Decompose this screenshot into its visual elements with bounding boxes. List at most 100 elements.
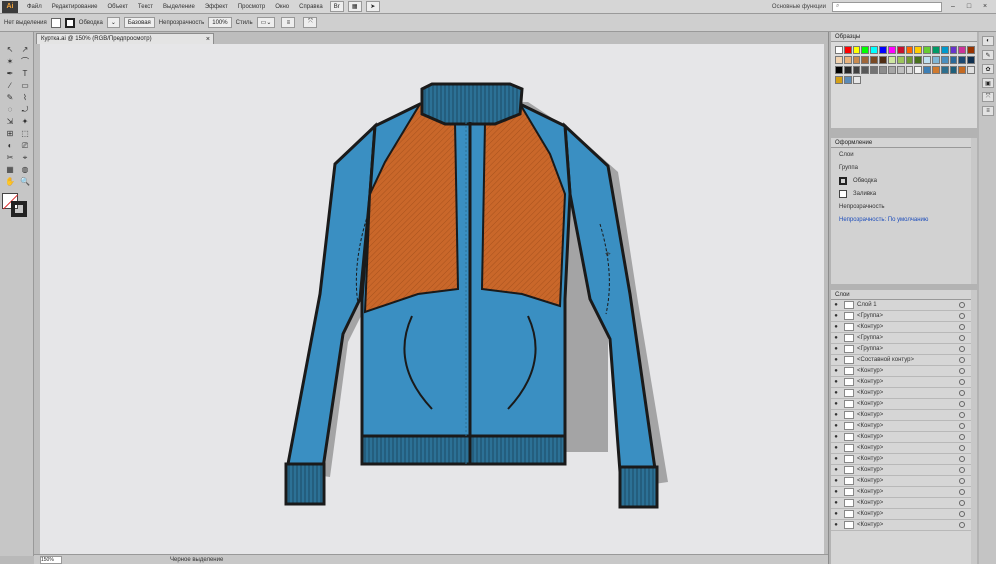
eye-icon[interactable]: ● xyxy=(831,346,841,352)
layer-row[interactable]: ● Слой 1 xyxy=(831,300,977,311)
layer-row[interactable]: ● <Контур> xyxy=(831,498,977,509)
layer-row[interactable]: ● <Контур> xyxy=(831,465,977,476)
tool-20-icon[interactable]: ▦ xyxy=(3,164,17,175)
stroke-swatch[interactable] xyxy=(64,17,75,28)
color-swatch[interactable] xyxy=(853,76,861,84)
opacity-label[interactable]: Непрозрачность xyxy=(159,20,204,26)
color-swatch[interactable] xyxy=(940,56,949,64)
layer-row[interactable]: ● <Группа> xyxy=(831,333,977,344)
color-swatch[interactable] xyxy=(967,46,975,54)
color-swatch[interactable] xyxy=(940,66,949,74)
appearance-row-fill[interactable]: Заливка xyxy=(831,187,977,200)
tool-18-icon[interactable]: ✂ xyxy=(3,152,17,163)
eye-icon[interactable]: ● xyxy=(831,390,841,396)
transform-panel-icon[interactable]: ⤧ xyxy=(982,92,994,102)
target-icon[interactable] xyxy=(959,379,965,385)
eye-icon[interactable]: ● xyxy=(831,489,841,495)
color-swatch[interactable] xyxy=(949,56,958,64)
style-label[interactable]: Стиль xyxy=(236,20,253,26)
color-swatch[interactable] xyxy=(949,46,958,54)
color-swatch[interactable] xyxy=(896,56,905,64)
tool-17-icon[interactable]: ⎚ xyxy=(18,140,32,151)
tool-9-icon[interactable]: ⌇ xyxy=(18,92,32,103)
tool-12-icon[interactable]: ⇲ xyxy=(3,116,17,127)
maximize-button[interactable]: □ xyxy=(964,2,974,11)
eye-icon[interactable]: ● xyxy=(831,456,841,462)
menu-view[interactable]: Просмотр xyxy=(233,4,270,10)
color-swatch[interactable] xyxy=(843,56,852,64)
color-swatch[interactable] xyxy=(914,56,923,64)
layer-row[interactable]: ● <Контур> xyxy=(831,487,977,498)
layer-row[interactable]: ● <Группа> xyxy=(831,311,977,322)
symbols-panel-icon[interactable]: ✿ xyxy=(982,64,994,74)
target-icon[interactable] xyxy=(959,500,965,506)
eye-icon[interactable]: ● xyxy=(831,313,841,319)
eye-icon[interactable]: ● xyxy=(831,423,841,429)
eye-icon[interactable]: ● xyxy=(831,434,841,440)
jacket-illustration[interactable]: ⌖ xyxy=(40,44,824,554)
color-swatch[interactable] xyxy=(905,66,914,74)
stroke-weight-dropdown[interactable]: ⌄ xyxy=(106,17,120,28)
tool-6-icon[interactable]: ∕ xyxy=(3,80,17,91)
color-swatch[interactable] xyxy=(967,56,975,64)
tool-23-icon[interactable]: 🔍 xyxy=(18,176,32,187)
stroke-label[interactable]: Обводка xyxy=(79,20,103,26)
layer-row[interactable]: ● <Контур> xyxy=(831,366,977,377)
color-swatch[interactable] xyxy=(940,46,949,54)
target-icon[interactable] xyxy=(959,456,965,462)
brush-style-dropdown[interactable]: Базовая xyxy=(123,17,155,28)
appearance-row-stroke[interactable]: Обводка xyxy=(831,174,977,187)
color-swatch[interactable] xyxy=(835,76,843,84)
tool-0-icon[interactable]: ↖ xyxy=(3,44,17,55)
layer-row[interactable]: ● <Контур> xyxy=(831,410,977,421)
target-icon[interactable] xyxy=(959,313,965,319)
menu-edit[interactable]: Редактирование xyxy=(47,4,103,10)
color-swatch[interactable] xyxy=(870,46,879,54)
layer-row[interactable]: ● <Контур> xyxy=(831,377,977,388)
menu-help[interactable]: Справка xyxy=(294,4,328,10)
search-input[interactable]: ⌕ xyxy=(832,1,942,12)
stroke-color-swatch[interactable] xyxy=(11,201,27,217)
target-icon[interactable] xyxy=(959,302,965,308)
layer-row[interactable]: ● <Контур> xyxy=(831,509,977,520)
layer-row[interactable]: ● <Контур> xyxy=(831,454,977,465)
eye-icon[interactable]: ● xyxy=(831,324,841,330)
eye-icon[interactable]: ● xyxy=(831,401,841,407)
eye-icon[interactable]: ● xyxy=(831,357,841,363)
color-swatch[interactable] xyxy=(879,46,887,54)
transform-icon[interactable]: ⤧ xyxy=(303,17,318,28)
appearance-row-opacity[interactable]: Непрозрачность xyxy=(831,200,977,213)
tool-22-icon[interactable]: ✋ xyxy=(3,176,17,187)
color-swatch[interactable] xyxy=(879,56,887,64)
tool-15-icon[interactable]: ⬚ xyxy=(18,128,32,139)
color-swatch[interactable] xyxy=(958,66,967,74)
tool-4-icon[interactable]: ✒ xyxy=(3,68,17,79)
color-swatch[interactable] xyxy=(843,46,852,54)
layer-row[interactable]: ● <Контур> xyxy=(831,443,977,454)
tool-5-icon[interactable]: T xyxy=(18,68,32,79)
appearance-tab[interactable]: Оформление xyxy=(831,138,977,148)
eye-icon[interactable]: ● xyxy=(831,467,841,473)
eye-icon[interactable]: ● xyxy=(831,500,841,506)
document-tab[interactable]: Куртка.ai @ 150% (RGB/Предпросмотр) × xyxy=(36,33,214,44)
target-icon[interactable] xyxy=(959,346,965,352)
color-swatch[interactable] xyxy=(879,66,887,74)
appearance-row-group[interactable]: Группа xyxy=(831,161,977,174)
tool-2-icon[interactable]: ✶ xyxy=(3,56,17,67)
color-swatch[interactable] xyxy=(914,46,923,54)
canvas-area[interactable]: ⌖ xyxy=(34,44,828,556)
target-icon[interactable] xyxy=(959,511,965,517)
color-swatch[interactable] xyxy=(835,56,843,64)
color-swatch[interactable] xyxy=(852,56,861,64)
color-swatch[interactable] xyxy=(835,46,843,54)
target-icon[interactable] xyxy=(959,434,965,440)
target-icon[interactable] xyxy=(959,522,965,528)
color-swatch[interactable] xyxy=(887,56,896,64)
close-button[interactable]: × xyxy=(980,2,990,11)
tool-16-icon[interactable]: ◐ xyxy=(3,140,17,151)
swatches-tab[interactable]: Образцы xyxy=(831,32,977,42)
color-swatch[interactable] xyxy=(931,66,940,74)
tool-11-icon[interactable]: ⤾ xyxy=(18,104,32,115)
color-swatch[interactable] xyxy=(949,66,958,74)
color-swatch[interactable] xyxy=(931,46,940,54)
